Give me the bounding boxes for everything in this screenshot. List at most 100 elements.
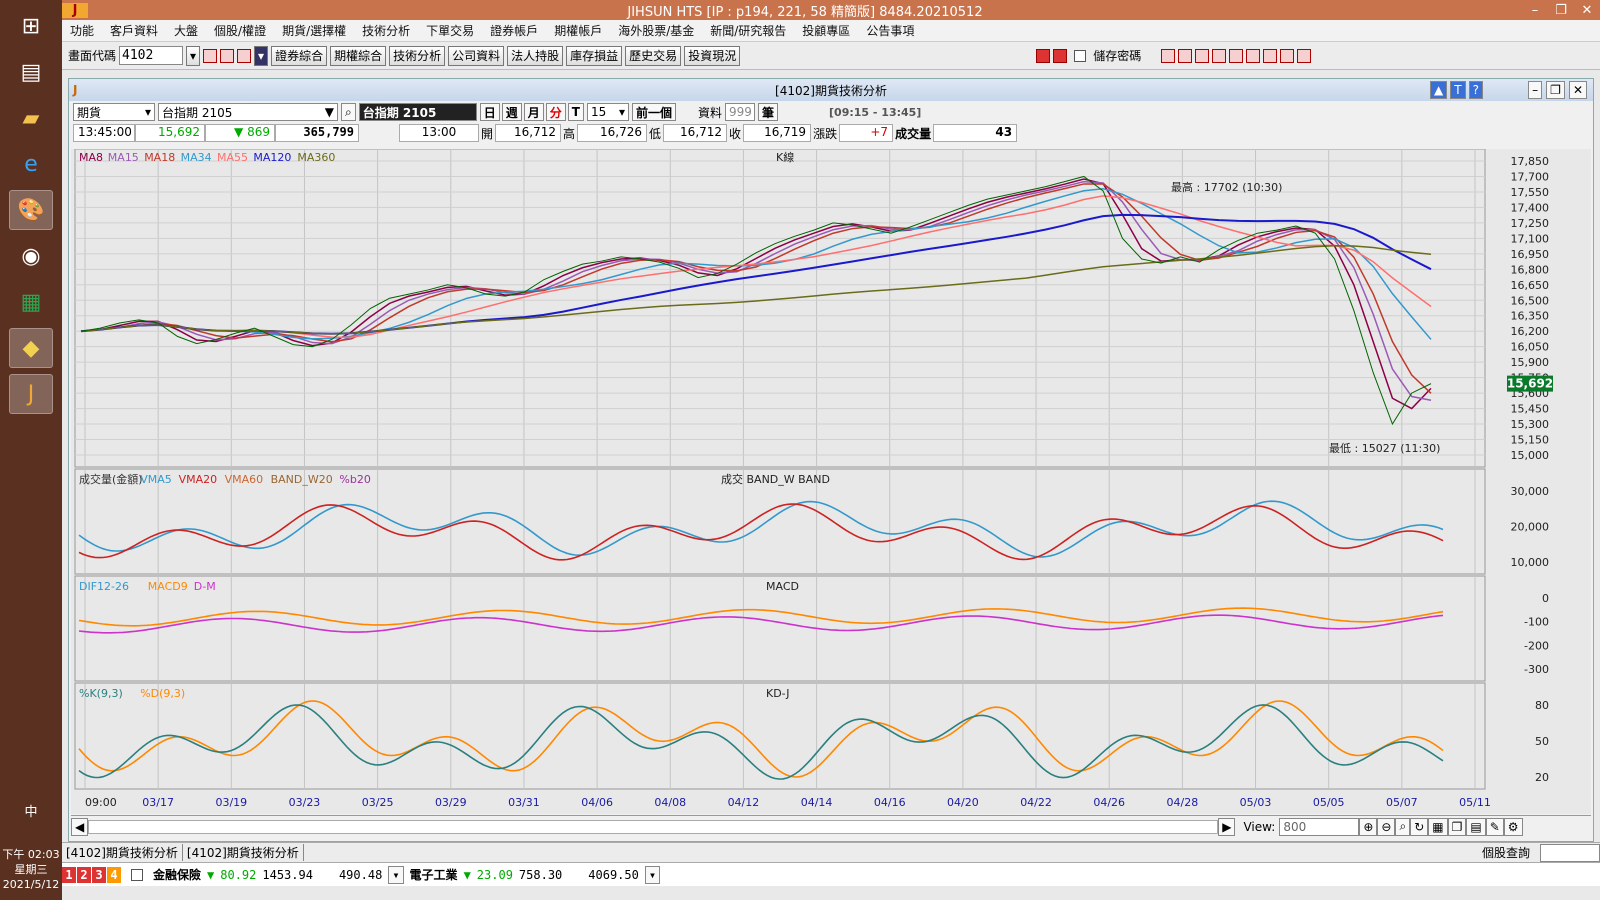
workspace-button-1[interactable]: 1 [62, 866, 76, 883]
menu-dropdown-icon[interactable]: ▾ [254, 45, 269, 66]
chart-area[interactable]: 09:00 03/17 03/19 03/23 03/25 03/29 03/31 04/06… [71, 148, 1591, 814]
menu-item-4[interactable]: 期貨/選擇權 [274, 22, 354, 39]
copy-icon[interactable]: ❐ [1447, 817, 1467, 836]
code-input[interactable] [119, 46, 184, 65]
symbol-select[interactable]: 台指期 2105 ▼ [158, 103, 338, 121]
grid-icon[interactable]: ▦ [1428, 817, 1448, 836]
period-tab-2[interactable]: 月 [523, 103, 544, 121]
chart-controls: 期貨 ▾ 台指期 2105 ▼ ⌕ 台指期 2105 日週月分T 15 ▾ 前一個 資… [69, 101, 1593, 123]
toolbar-button-6[interactable]: 歷史交易 [625, 45, 682, 66]
menu-item-8[interactable]: 期權帳戶 [546, 22, 610, 39]
gear-icon[interactable]: ⚙ [1503, 817, 1523, 836]
menu-item-1[interactable]: 客戶資料 [102, 22, 166, 39]
period-tab-3[interactable]: 分 [545, 103, 566, 121]
toolbar-button-5[interactable]: 庫存損益 [566, 45, 623, 66]
table-tool-icon[interactable] [1246, 48, 1261, 63]
menu-item-5[interactable]: 技術分析 [354, 22, 418, 39]
workspace-button-2[interactable]: 2 [77, 866, 91, 883]
menu-item-7[interactable]: 證券帳戶 [482, 22, 546, 39]
map-icon[interactable]: ◆ [9, 328, 53, 368]
user-tool-icon[interactable] [1280, 48, 1295, 63]
workspace-button-4[interactable]: 4 [107, 866, 121, 883]
chrome-icon[interactable]: ◉ [9, 236, 53, 276]
panel-close-button[interactable]: ✕ [1568, 81, 1587, 99]
chevron-down-icon[interactable]: ▾ [388, 865, 404, 884]
link-tool-icon[interactable] [1263, 48, 1278, 63]
calendar-icon[interactable]: ▤ [1466, 817, 1486, 836]
zoom-in-icon[interactable]: ⊕ [1359, 817, 1378, 836]
menu-item-3[interactable]: 個股/權證 [206, 22, 274, 39]
toolbar-button-2[interactable]: 技術分析 [389, 45, 446, 66]
help-icon[interactable]: ? [1468, 81, 1483, 99]
export-tool-icon[interactable] [1212, 48, 1227, 63]
list-tool-icon[interactable] [1195, 48, 1210, 63]
data-count-input[interactable]: 999 [725, 103, 756, 121]
panel-restore-button[interactable]: ❐ [1546, 81, 1565, 99]
y-tick-label: 0 [1542, 592, 1549, 605]
period-tab-1[interactable]: 週 [501, 103, 522, 121]
dropdown-arrow-icon[interactable]: ▾ [186, 45, 201, 66]
search-icon[interactable]: ⌕ [341, 103, 356, 121]
windows-icon[interactable]: ⊞ [9, 6, 53, 46]
menu-item-0[interactable]: 功能 [62, 22, 102, 39]
toolbar-button-4[interactable]: 法人持股 [507, 45, 564, 66]
flag-right-icon[interactable] [1053, 48, 1068, 63]
chart-tool-icon[interactable] [237, 48, 252, 63]
chevron-down-icon[interactable]: ▾ [644, 865, 661, 884]
menu-item-12[interactable]: 公告事項 [858, 22, 922, 39]
text-icon[interactable]: T [1450, 81, 1466, 99]
interval-select[interactable]: 15 ▾ [586, 103, 629, 121]
toolbar-button-7[interactable]: 投資現況 [684, 45, 741, 66]
tab-1[interactable]: [4102]期貨技術分析 [62, 844, 183, 861]
zoom-out-icon[interactable]: ⊖ [1377, 817, 1396, 836]
period-tab-0[interactable]: 日 [479, 103, 500, 121]
stock-query-input[interactable] [1540, 843, 1600, 862]
refresh-icon[interactable]: ↻ [1410, 817, 1429, 836]
toolbar-button-3[interactable]: 公司資料 [448, 45, 505, 66]
search-tool-icon[interactable] [203, 48, 218, 63]
magnifier-icon[interactable]: ⌕ [1395, 817, 1411, 836]
prev-button[interactable]: 前一個 [631, 103, 676, 121]
paint-icon[interactable]: 🎨 [9, 190, 53, 230]
window-tool-icon[interactable] [220, 48, 235, 63]
text-tool-icon[interactable] [1229, 48, 1244, 63]
grid-tool-icon[interactable] [1178, 48, 1193, 63]
edit-tool-icon[interactable] [1161, 48, 1176, 63]
h-scrollbar[interactable] [88, 819, 1219, 834]
save-password-checkbox[interactable] [1074, 49, 1087, 62]
workspace-button-3[interactable]: 3 [92, 866, 106, 883]
app-icon[interactable]: ▤ [9, 52, 53, 92]
x-tick-label: 03/19 [215, 796, 247, 809]
restore-button[interactable]: ❐ [1548, 3, 1574, 18]
period-tab-4[interactable]: T [567, 103, 584, 121]
panel-minimize-button[interactable]: – [1528, 81, 1543, 99]
settings-tool-icon[interactable] [1297, 48, 1312, 63]
toolbar-button-0[interactable]: 證券綜合 [271, 45, 328, 66]
market-select[interactable]: 期貨 ▾ [73, 103, 155, 121]
y-tick-label: 15,450 [1511, 403, 1550, 416]
menu-item-9[interactable]: 海外股票/基金 [610, 22, 702, 39]
menu-item-2[interactable]: 大盤 [166, 22, 206, 39]
ticker-checkbox[interactable] [131, 868, 143, 881]
hts-icon[interactable]: J [9, 374, 53, 414]
ie-icon[interactable]: e [9, 144, 53, 184]
pencil-icon[interactable]: ✎ [1485, 817, 1504, 836]
menu-item-6[interactable]: 下單交易 [418, 22, 482, 39]
sheet-icon[interactable]: ▦ [9, 282, 53, 322]
menu-item-11[interactable]: 投顧專區 [794, 22, 858, 39]
menu-item-10[interactable]: 新聞/研究報告 [702, 22, 794, 39]
flag-left-icon[interactable] [1036, 48, 1051, 63]
x-tick-label: 05/07 [1386, 796, 1418, 809]
minimize-button[interactable]: – [1522, 3, 1548, 18]
tab-2[interactable]: [4102]期貨技術分析 [183, 844, 304, 861]
x-tick-label: 04/22 [1020, 796, 1052, 809]
ime-indicator[interactable]: 中 [0, 801, 62, 820]
clock[interactable]: 下午 02:03 星期三 2021/5/12 [0, 847, 62, 892]
arrow-up-icon[interactable]: ▲ [1430, 81, 1448, 99]
toolbar-button-1[interactable]: 期權綜合 [330, 45, 387, 66]
scroll-left-icon[interactable]: ◀ [71, 817, 89, 836]
folder-icon[interactable]: ▰ [9, 98, 53, 138]
scroll-right-icon[interactable]: ▶ [1218, 817, 1236, 836]
close-button[interactable]: ✕ [1574, 3, 1600, 18]
view-input[interactable]: 800 [1279, 817, 1360, 836]
